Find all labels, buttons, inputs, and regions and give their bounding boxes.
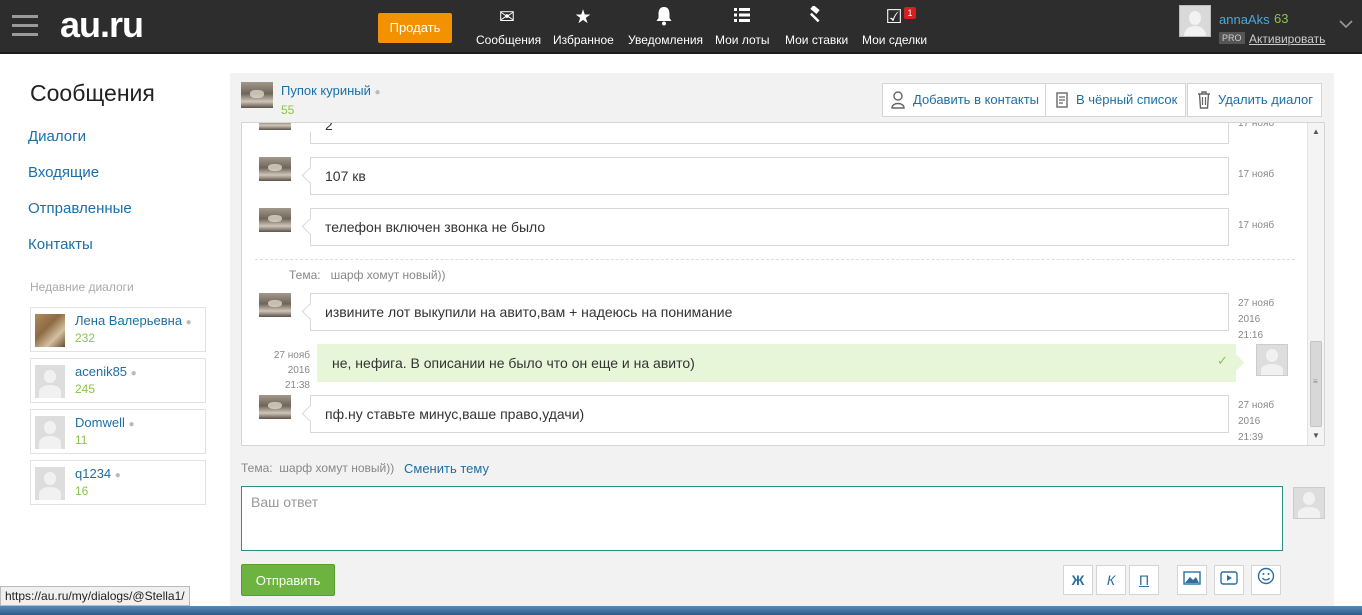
message-bubble: пф.ну ставьте минус,ваше право,удачи) — [310, 395, 1229, 433]
avatar — [259, 293, 291, 317]
sidebar-link-inbox[interactable]: Входящие — [28, 164, 99, 181]
envelope-icon: ✉ — [499, 7, 515, 28]
topic-line: Тема: шарф хомут новый)) — [289, 268, 446, 282]
list-icon — [715, 6, 769, 30]
status-bar-url: https://au.ru/my/dialogs/@Stella1/ — [0, 586, 190, 606]
message-date: 17 нояб — [1238, 169, 1275, 180]
nav-notifications[interactable]: Уведомления — [628, 6, 703, 50]
scroll-down-arrow-icon[interactable]: ▼ — [1308, 429, 1324, 443]
star-icon: ★ — [574, 7, 592, 28]
partner-name[interactable]: Пупок куриный — [281, 83, 371, 98]
recent-dialog-name: Domwell — [75, 415, 125, 430]
partner-avatar[interactable] — [241, 82, 273, 108]
recent-dialog-name: Лена Валерьевна — [75, 313, 183, 328]
user-score: 63 — [1274, 11, 1289, 26]
activate-link[interactable]: Активировать — [1249, 32, 1325, 46]
nav-favorites[interactable]: ★ Избранное — [553, 6, 614, 50]
recent-dialog-item[interactable]: Domwell ● 11 — [30, 409, 206, 454]
message-date: 17 нояб — [1238, 220, 1275, 231]
partner-score: 55 — [281, 103, 295, 117]
chevron-down-icon[interactable] — [1339, 16, 1353, 32]
avatar — [259, 395, 291, 419]
message-bubble: извините лот выкупили на авито,вам + над… — [310, 293, 1229, 331]
send-button[interactable]: Отправить — [241, 564, 335, 596]
avatar — [35, 467, 65, 500]
scroll-up-arrow-icon[interactable]: ▲ — [1308, 125, 1324, 139]
nav-my-deals[interactable]: ☑ 1 Мои сделки — [862, 6, 927, 50]
avatar — [35, 365, 65, 398]
bell-icon — [628, 6, 700, 30]
image-icon — [1183, 571, 1201, 588]
menu-icon[interactable] — [12, 15, 38, 37]
top-navigation-bar: au.ru Продать ✉ Сообщения ★ Избранное Ув… — [0, 0, 1362, 54]
divider — [255, 259, 1295, 260]
sidebar-link-contacts[interactable]: Контакты — [28, 236, 93, 253]
deals-count-badge: 1 — [904, 7, 916, 19]
my-avatar — [1256, 344, 1288, 376]
recent-dialog-item[interactable]: q1234 ● 16 — [30, 460, 206, 505]
sell-button[interactable]: Продать — [378, 13, 452, 43]
message-bubble: 107 кв — [310, 157, 1229, 195]
blacklist-button[interactable]: В чёрный список — [1045, 83, 1187, 117]
sidebar-link-sent[interactable]: Отправленные — [28, 200, 132, 217]
recent-dialog-name: acenik85 — [75, 364, 128, 379]
delete-dialog-button[interactable]: Удалить диалог — [1187, 83, 1323, 117]
nav-my-bids[interactable]: Мои ставки — [785, 5, 848, 50]
message-date: 27 нояб 2016 21:16 — [1238, 298, 1275, 341]
message-date: 27 нояб 2016 21:38 — [273, 350, 310, 391]
avatar — [35, 314, 65, 347]
change-topic-link[interactable]: Сменить тему — [404, 461, 489, 476]
underline-button[interactable]: П — [1129, 565, 1159, 595]
own-message-bubble: не, нефига. В описании не было что он ещ… — [317, 344, 1236, 382]
bold-button[interactable]: Ж — [1063, 565, 1093, 595]
nav-my-lots[interactable]: Мои лоты — [715, 6, 770, 50]
smiley-icon — [1257, 567, 1275, 588]
recent-dialog-score: 245 — [75, 382, 96, 396]
insert-emoji-button[interactable] — [1251, 565, 1281, 595]
avatar — [259, 208, 291, 232]
avatar — [259, 157, 291, 181]
site-logo[interactable]: au.ru — [60, 4, 144, 46]
read-check-icon: ✓ — [1217, 353, 1228, 368]
checkbox-icon: ☑ 1 — [884, 6, 916, 30]
insert-video-button[interactable] — [1214, 565, 1244, 595]
recent-dialog-score: 11 — [75, 433, 88, 447]
reply-topic: Тема: шарф хомут новый)) — [241, 461, 395, 475]
my-avatar — [1293, 487, 1325, 519]
avatar — [35, 416, 65, 449]
username[interactable]: annaAks — [1219, 12, 1270, 27]
message-date: 27 нояб 2016 21:39 — [1238, 400, 1275, 443]
scroll-thumb[interactable]: ≡ — [1310, 341, 1322, 427]
os-taskbar — [0, 606, 1362, 615]
italic-button[interactable]: К — [1096, 565, 1126, 595]
recent-dialog-name: q1234 — [75, 466, 112, 481]
page-title: Сообщения — [30, 80, 155, 106]
messages-scrollbar[interactable]: ▲ ≡ ▼ — [1307, 123, 1324, 445]
gavel-icon — [785, 5, 845, 30]
recent-dialog-score: 232 — [75, 331, 96, 345]
recent-dialog-item[interactable]: Лена Валерьевна ● 232 — [30, 307, 206, 352]
sidebar-link-dialogs[interactable]: Диалоги — [28, 128, 86, 145]
recent-dialog-item[interactable]: acenik85 ● 245 — [30, 358, 206, 403]
add-to-contacts-button[interactable]: Добавить в контакты — [882, 83, 1048, 117]
video-icon — [1220, 571, 1238, 588]
insert-image-button[interactable] — [1177, 565, 1207, 595]
pro-badge: PRO — [1219, 32, 1245, 44]
user-avatar[interactable] — [1179, 5, 1211, 37]
reply-textarea[interactable] — [241, 486, 1283, 551]
message-bubble: телефон включен звонка не было — [310, 208, 1229, 246]
nav-messages[interactable]: ✉ Сообщения — [476, 6, 541, 50]
recent-dialog-score: 16 — [75, 484, 89, 498]
recent-dialogs-title: Недавние диалоги — [30, 280, 134, 294]
